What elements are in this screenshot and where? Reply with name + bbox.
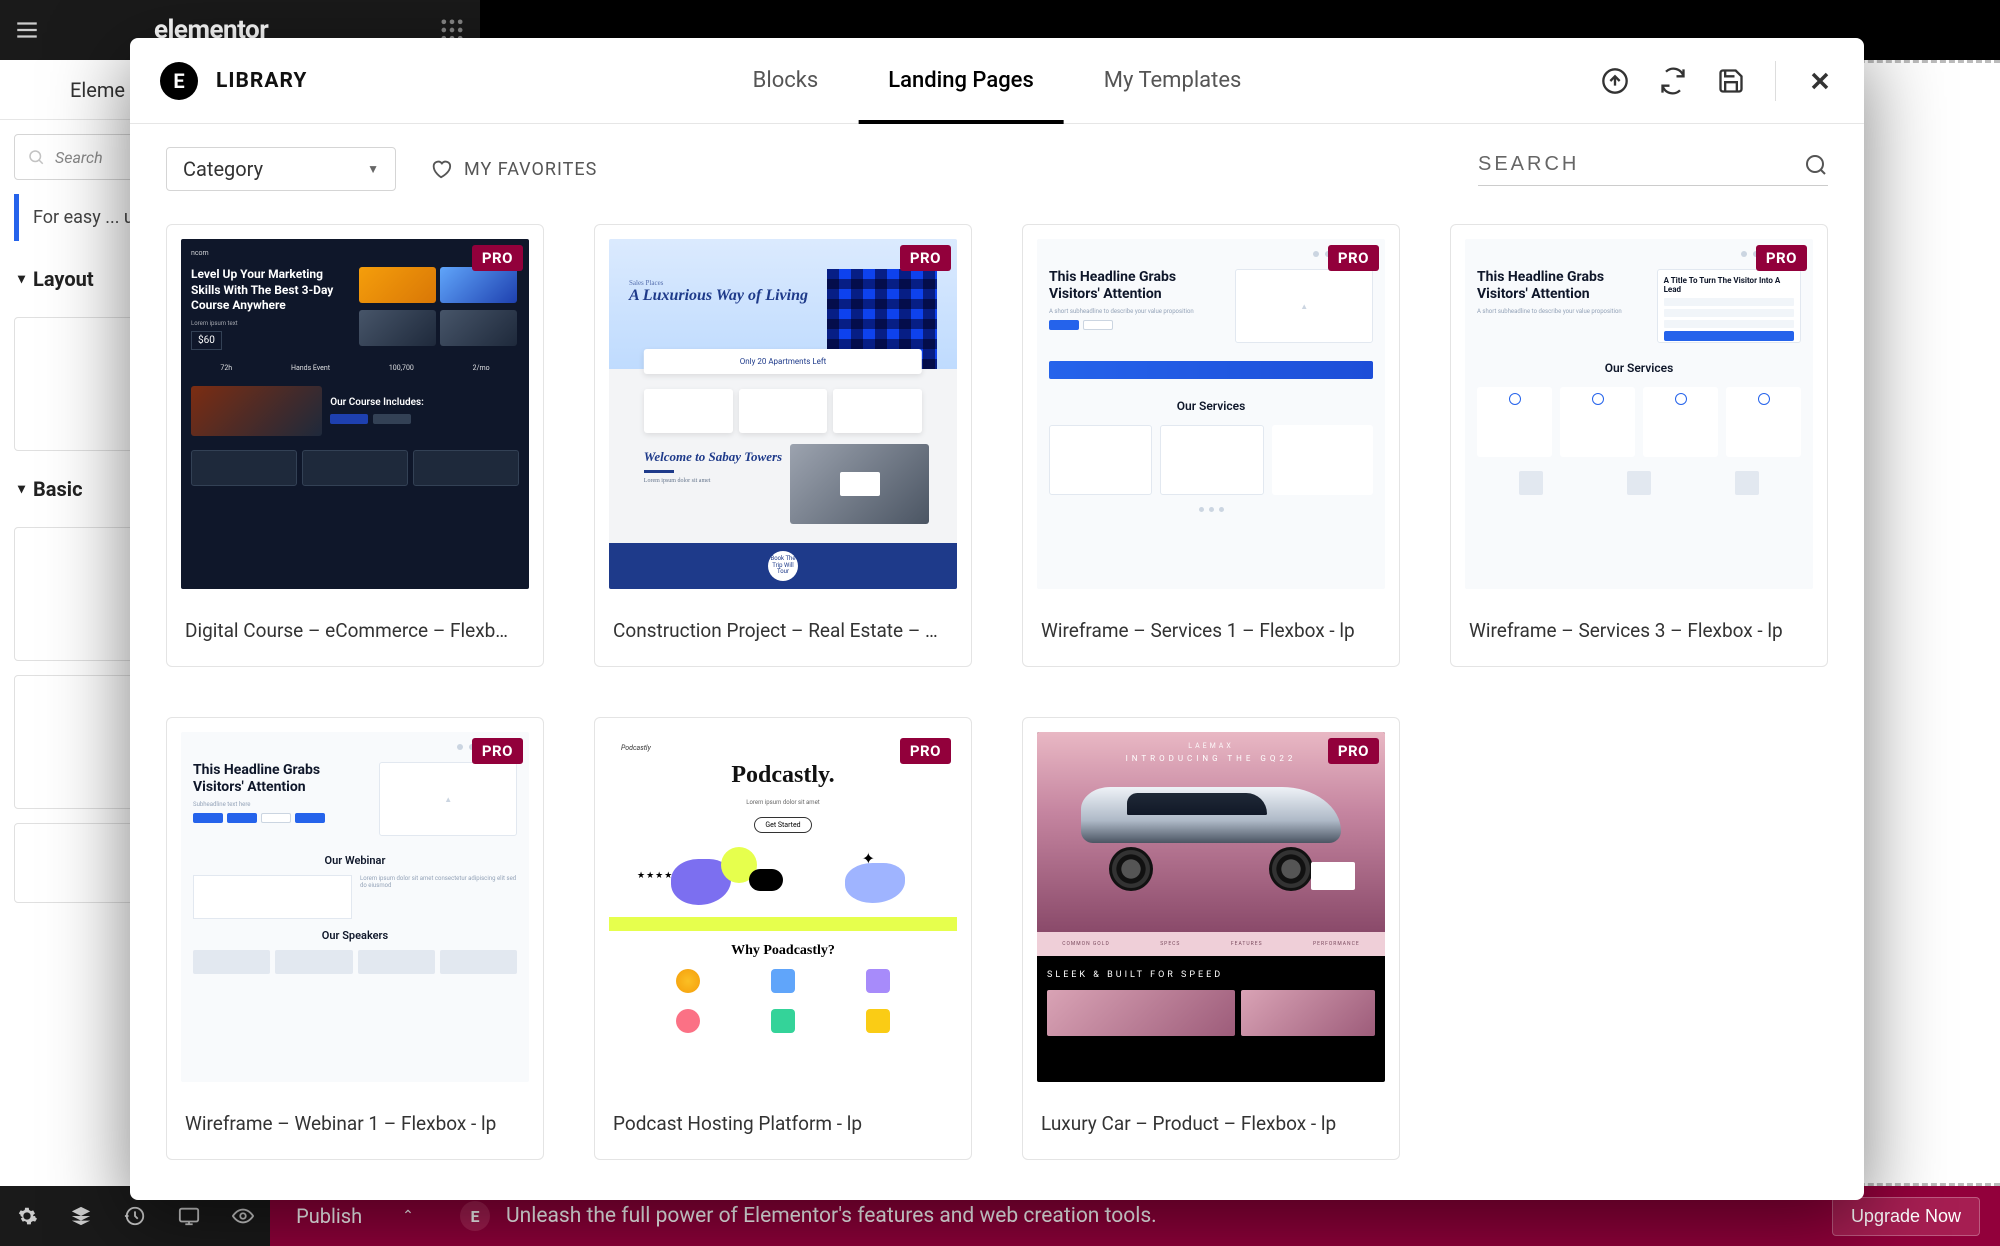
template-card[interactable]: PRO This Headline Grabs Visitors' Attent… (1450, 224, 1828, 667)
templates-grid[interactable]: PRO ncom· · · · Level Up Your Marketing … (130, 214, 1864, 1200)
tab-my-templates[interactable]: My Templates (1104, 38, 1242, 123)
library-title: LIBRARY (216, 69, 307, 93)
library-toolbar: Category ▼ MY FAVORITES (130, 124, 1864, 214)
hamburger-icon[interactable] (0, 0, 54, 60)
template-card[interactable]: PRO Podcastly Podcastly. Lorem ipsum dol… (594, 717, 972, 1160)
chevron-up-icon: ⌃ (402, 1208, 414, 1224)
settings-icon[interactable] (0, 1186, 54, 1246)
template-card[interactable]: PRO Sales PlacesA Luxurious Way of Livin… (594, 224, 972, 667)
pro-badge: PRO (1756, 245, 1807, 271)
category-select[interactable]: Category ▼ (166, 147, 396, 191)
modal-header: E LIBRARY Blocks Landing Pages My Templa… (130, 38, 1864, 124)
elementor-badge-icon: E (460, 1201, 490, 1231)
template-card[interactable]: PRO This Headline Grabs Visitors' Attent… (166, 717, 544, 1160)
template-card[interactable]: PRO LAEMAX INTRODUCING THE GQ22 COMMON G… (1022, 717, 1400, 1160)
template-title: Wireframe – Services 3 – Flexbox - lp (1451, 603, 1827, 666)
navigator-icon[interactable] (54, 1186, 108, 1246)
pro-badge: PRO (472, 245, 523, 271)
category-label: Category (183, 157, 263, 181)
pro-badge: PRO (472, 738, 523, 764)
template-thumbnail: LAEMAX INTRODUCING THE GQ22 COMMON GOLDS… (1037, 732, 1385, 1082)
pro-badge: PRO (1328, 738, 1379, 764)
dropdown-triangle-icon: ▼ (367, 162, 379, 176)
search-icon (1804, 153, 1828, 177)
favorites-label: MY FAVORITES (464, 159, 597, 180)
search-input[interactable] (1478, 153, 1804, 176)
template-thumbnail: This Headline Grabs Visitors' AttentionS… (181, 732, 529, 1082)
template-thumbnail: Podcastly Podcastly. Lorem ipsum dolor s… (609, 732, 957, 1082)
template-title: Luxury Car – Product – Flexbox - lp (1023, 1096, 1399, 1159)
template-library-modal: E LIBRARY Blocks Landing Pages My Templa… (130, 38, 1864, 1200)
template-card[interactable]: PRO ncom· · · · Level Up Your Marketing … (166, 224, 544, 667)
pro-badge: PRO (1328, 245, 1379, 271)
heart-icon (430, 158, 452, 180)
template-title: Construction Project – Real Estate – … (595, 603, 971, 666)
upload-icon[interactable] (1601, 67, 1629, 95)
library-search[interactable] (1478, 153, 1828, 186)
my-favorites-button[interactable]: MY FAVORITES (430, 158, 597, 180)
header-actions (1601, 61, 1834, 101)
tab-blocks[interactable]: Blocks (753, 38, 819, 123)
tab-landing-pages[interactable]: Landing Pages (888, 38, 1034, 123)
template-card[interactable]: PRO This Headline Grabs Visitors' Attent… (1022, 224, 1400, 667)
template-thumbnail: This Headline Grabs Visitors' AttentionA… (1465, 239, 1813, 589)
pro-badge: PRO (900, 245, 951, 271)
close-icon[interactable] (1806, 67, 1834, 95)
template-thumbnail: This Headline Grabs Visitors' AttentionA… (1037, 239, 1385, 589)
template-title: Podcast Hosting Platform - lp (595, 1096, 971, 1159)
search-placeholder: Search (55, 148, 103, 167)
template-title: Wireframe – Webinar 1 – Flexbox - lp (167, 1096, 543, 1159)
template-title: Wireframe – Services 1 – Flexbox - lp (1023, 603, 1399, 666)
library-tabs: Blocks Landing Pages My Templates (753, 38, 1242, 123)
template-thumbnail: ncom· · · · Level Up Your Marketing Skil… (181, 239, 529, 589)
banner-text: Unleash the full power of Elementor's fe… (506, 1204, 1157, 1228)
template-thumbnail: Sales PlacesA Luxurious Way of Living On… (609, 239, 957, 589)
template-title: Digital Course – eCommerce – Flexb… (167, 603, 543, 666)
divider (1775, 61, 1776, 101)
save-icon[interactable] (1717, 67, 1745, 95)
upgrade-now-button[interactable]: Upgrade Now (1832, 1197, 1980, 1236)
library-logo-icon: E (160, 62, 198, 100)
pro-badge: PRO (900, 738, 951, 764)
sync-icon[interactable] (1659, 67, 1687, 95)
search-icon (27, 148, 45, 166)
